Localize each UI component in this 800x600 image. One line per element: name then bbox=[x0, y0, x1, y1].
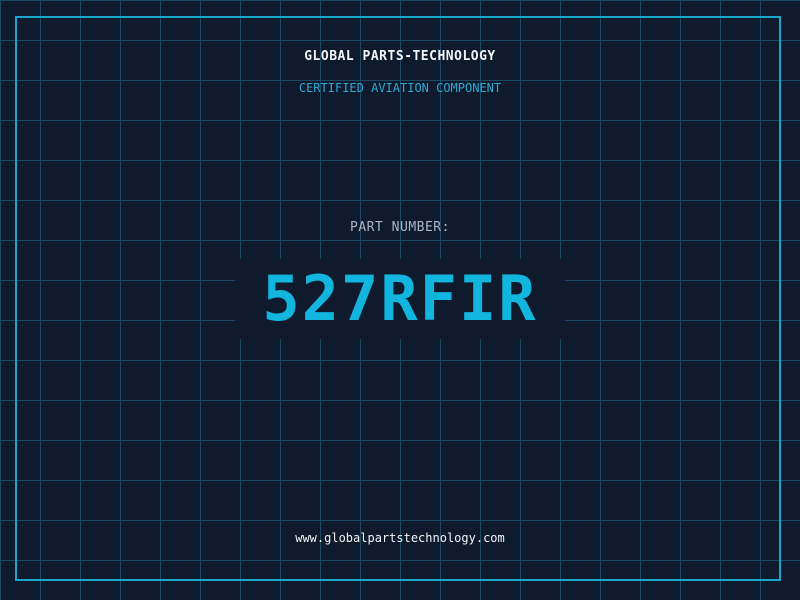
part-number-value: 527RFIR bbox=[262, 262, 538, 335]
tagline: CERTIFIED AVIATION COMPONENT bbox=[298, 81, 502, 95]
website-url: www.globalpartstechnology.com bbox=[295, 531, 505, 545]
part-number-label: PART NUMBER: bbox=[350, 220, 450, 235]
part-card: GLOBAL PARTS-TECHNOLOGY CERTIFIED AVIATI… bbox=[0, 0, 800, 600]
company-name: GLOBAL PARTS-TECHNOLOGY bbox=[304, 49, 496, 64]
